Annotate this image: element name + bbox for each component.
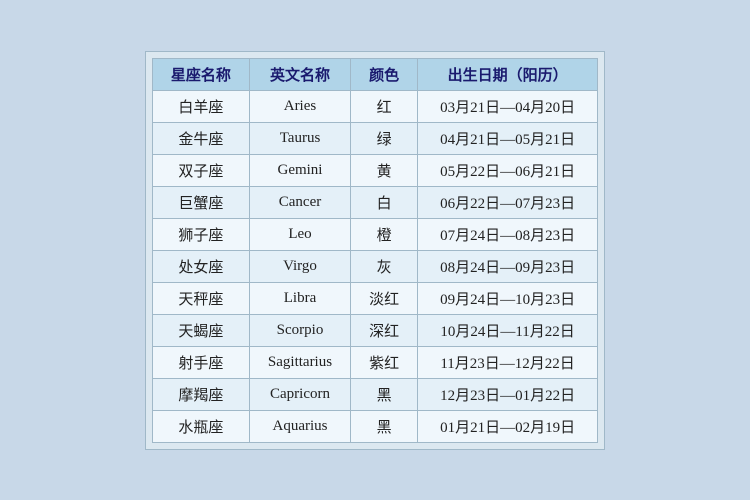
header-color: 颜色 (351, 58, 418, 90)
cell-chinese: 金牛座 (152, 122, 249, 154)
cell-date: 04月21日—05月21日 (418, 122, 598, 154)
cell-color: 黑 (351, 378, 418, 410)
table-row: 水瓶座Aquarius黑01月21日—02月19日 (152, 410, 597, 442)
table-row: 巨蟹座Cancer白06月22日—07月23日 (152, 186, 597, 218)
cell-english: Gemini (249, 154, 350, 186)
table-row: 狮子座Leo橙07月24日—08月23日 (152, 218, 597, 250)
table-row: 天秤座Libra淡红09月24日—10月23日 (152, 282, 597, 314)
cell-chinese: 巨蟹座 (152, 186, 249, 218)
zodiac-table: 星座名称 英文名称 颜色 出生日期（阳历） 白羊座Aries红03月21日—04… (152, 58, 598, 443)
cell-color: 黑 (351, 410, 418, 442)
cell-chinese: 处女座 (152, 250, 249, 282)
cell-color: 白 (351, 186, 418, 218)
cell-chinese: 白羊座 (152, 90, 249, 122)
header-row: 星座名称 英文名称 颜色 出生日期（阳历） (152, 58, 597, 90)
cell-english: Scorpio (249, 314, 350, 346)
cell-english: Aquarius (249, 410, 350, 442)
cell-date: 09月24日—10月23日 (418, 282, 598, 314)
cell-english: Sagittarius (249, 346, 350, 378)
cell-english: Virgo (249, 250, 350, 282)
header-english: 英文名称 (249, 58, 350, 90)
cell-english: Capricorn (249, 378, 350, 410)
cell-english: Leo (249, 218, 350, 250)
table-row: 射手座Sagittarius紫红11月23日—12月22日 (152, 346, 597, 378)
cell-color: 淡红 (351, 282, 418, 314)
cell-chinese: 摩羯座 (152, 378, 249, 410)
table-header: 星座名称 英文名称 颜色 出生日期（阳历） (152, 58, 597, 90)
cell-date: 10月24日—11月22日 (418, 314, 598, 346)
cell-color: 深红 (351, 314, 418, 346)
cell-english: Libra (249, 282, 350, 314)
cell-color: 灰 (351, 250, 418, 282)
cell-chinese: 天蝎座 (152, 314, 249, 346)
cell-date: 08月24日—09月23日 (418, 250, 598, 282)
cell-date: 05月22日—06月21日 (418, 154, 598, 186)
cell-chinese: 天秤座 (152, 282, 249, 314)
cell-date: 12月23日—01月22日 (418, 378, 598, 410)
zodiac-table-container: 星座名称 英文名称 颜色 出生日期（阳历） 白羊座Aries红03月21日—04… (145, 51, 605, 450)
table-row: 摩羯座Capricorn黑12月23日—01月22日 (152, 378, 597, 410)
cell-color: 绿 (351, 122, 418, 154)
cell-date: 07月24日—08月23日 (418, 218, 598, 250)
table-row: 天蝎座Scorpio深红10月24日—11月22日 (152, 314, 597, 346)
table-row: 金牛座Taurus绿04月21日—05月21日 (152, 122, 597, 154)
cell-chinese: 狮子座 (152, 218, 249, 250)
cell-color: 橙 (351, 218, 418, 250)
cell-date: 11月23日—12月22日 (418, 346, 598, 378)
header-date: 出生日期（阳历） (418, 58, 598, 90)
cell-date: 03月21日—04月20日 (418, 90, 598, 122)
cell-color: 紫红 (351, 346, 418, 378)
cell-color: 黄 (351, 154, 418, 186)
cell-date: 01月21日—02月19日 (418, 410, 598, 442)
table-row: 白羊座Aries红03月21日—04月20日 (152, 90, 597, 122)
table-row: 处女座Virgo灰08月24日—09月23日 (152, 250, 597, 282)
cell-chinese: 双子座 (152, 154, 249, 186)
table-body: 白羊座Aries红03月21日—04月20日金牛座Taurus绿04月21日—0… (152, 90, 597, 442)
table-row: 双子座Gemini黄05月22日—06月21日 (152, 154, 597, 186)
cell-english: Cancer (249, 186, 350, 218)
header-chinese: 星座名称 (152, 58, 249, 90)
cell-english: Aries (249, 90, 350, 122)
cell-english: Taurus (249, 122, 350, 154)
cell-chinese: 射手座 (152, 346, 249, 378)
cell-color: 红 (351, 90, 418, 122)
cell-date: 06月22日—07月23日 (418, 186, 598, 218)
cell-chinese: 水瓶座 (152, 410, 249, 442)
